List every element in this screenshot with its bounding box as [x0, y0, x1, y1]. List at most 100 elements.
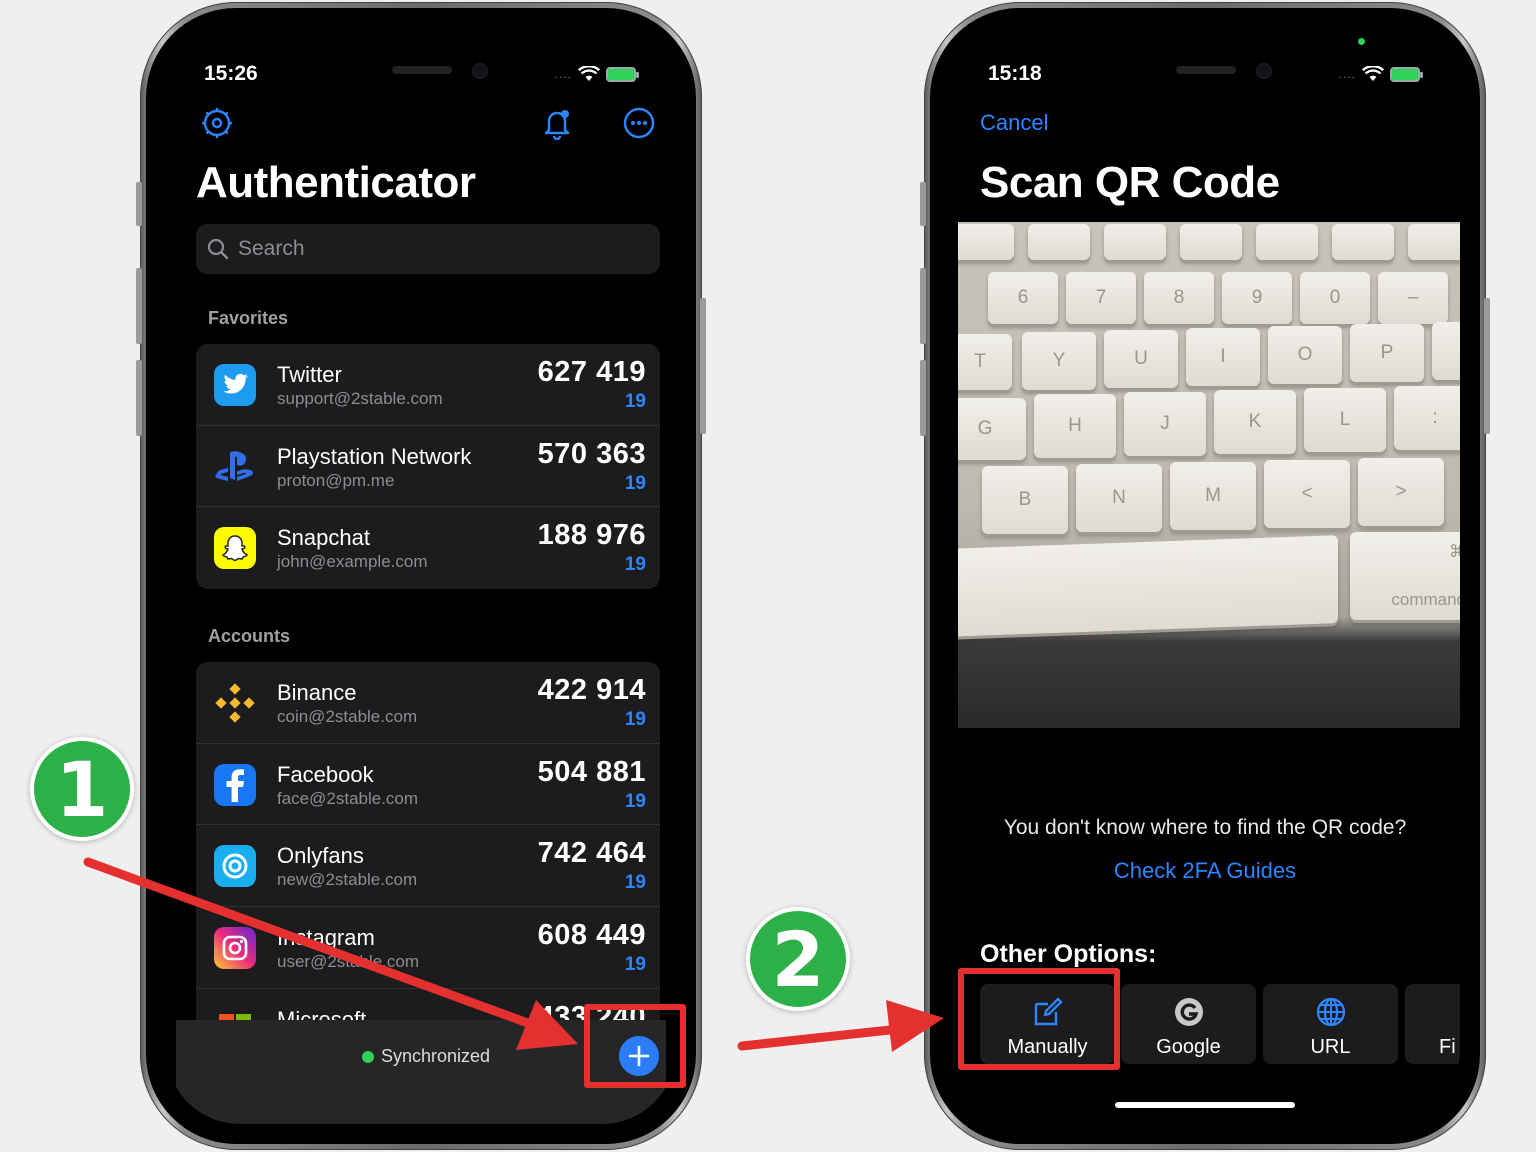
list-item[interactable]: Twitter support@2stable.com 627 419 19: [196, 344, 660, 426]
front-camera: [472, 63, 488, 79]
power-button: [700, 298, 706, 434]
more-options-icon[interactable]: [622, 106, 656, 140]
signal-indicator: ....: [554, 67, 572, 81]
volume-down-button: [136, 360, 142, 436]
account-name: Snapchat: [277, 525, 370, 551]
search-icon: [207, 238, 229, 260]
key: T: [958, 334, 1012, 390]
home-indicator: [1115, 1102, 1295, 1108]
list-item[interactable]: Snapchat john@example.com 188 976 19: [196, 507, 660, 589]
wifi-icon: [1362, 66, 1384, 81]
option-google-button[interactable]: Google: [1121, 984, 1256, 1064]
authenticator-screen: 15:26 .... Authenticator Search Favorite…: [166, 28, 676, 1124]
speaker: [1176, 66, 1236, 74]
key: B: [982, 466, 1068, 534]
key: >: [1358, 458, 1444, 526]
otp-code[interactable]: 570 363: [538, 438, 646, 471]
account-email: user@2stable.com: [277, 952, 419, 972]
option-label: Fi: [1439, 1036, 1456, 1058]
account-name: Onlyfans: [277, 843, 364, 869]
key: [1332, 224, 1394, 260]
key: [958, 224, 1014, 260]
account-email: support@2stable.com: [277, 389, 443, 408]
otp-code[interactable]: 627 419: [538, 356, 646, 389]
wifi-icon: [578, 66, 600, 81]
key: <: [1264, 460, 1350, 528]
otp-timer: 19: [624, 954, 646, 976]
account-name: Playstation Network: [277, 443, 472, 469]
otp-timer: 19: [624, 472, 646, 494]
google-icon: [1174, 998, 1203, 1026]
battery-icon: [1390, 66, 1423, 82]
otp-code[interactable]: 608 449: [538, 919, 646, 952]
qr-help-text: You don't know where to find the QR code…: [1003, 816, 1407, 839]
account-name: Facebook: [277, 761, 374, 787]
mute-switch: [136, 182, 142, 226]
facebook-icon: [214, 763, 256, 806]
account-name: Instagram: [277, 925, 375, 951]
key: 8: [1144, 272, 1214, 324]
add-button-highlight: [584, 1004, 686, 1088]
step-1-badge: 1: [30, 737, 134, 841]
command-symbol: ⌘: [1449, 542, 1460, 561]
search-bar[interactable]: Search: [196, 224, 660, 274]
list-item[interactable]: Binance coin@2stable.com 422 914 19: [196, 662, 660, 744]
cancel-button[interactable]: Cancel: [980, 110, 1048, 136]
search-input[interactable]: Search: [238, 237, 305, 261]
favorites-header: Favorites: [208, 308, 289, 328]
camera-in-use-dot: [1358, 38, 1365, 45]
front-camera: [1256, 63, 1272, 79]
snapchat-icon: [214, 527, 256, 570]
notifications-bell-icon[interactable]: [540, 106, 574, 140]
left-phone-frame: 15:26 .... Authenticator Search Favorite…: [136, 2, 706, 1150]
option-file-button[interactable]: Fi: [1405, 984, 1460, 1064]
instagram-icon: [214, 927, 256, 970]
key: G: [958, 398, 1026, 460]
key: J: [1124, 392, 1206, 456]
otp-code[interactable]: 188 976: [538, 519, 646, 552]
key: :: [1394, 386, 1460, 450]
status-indicators: ....: [1338, 66, 1423, 82]
account-email: coin@2stable.com: [277, 707, 418, 726]
list-item[interactable]: Playstation Network proton@pm.me 570 363…: [196, 426, 660, 508]
page-title: Authenticator: [196, 158, 476, 207]
onlyfans-icon: [214, 845, 256, 888]
signal-indicator: ....: [1338, 67, 1356, 81]
spacebar-key: [958, 535, 1338, 637]
binance-icon: [214, 682, 256, 724]
key: [1104, 224, 1166, 260]
key: I: [1186, 328, 1260, 386]
option-url-button[interactable]: URL: [1263, 984, 1398, 1064]
list-item[interactable]: Onlyfans new@2stable.com 742 464 19: [196, 825, 660, 908]
list-item[interactable]: Instagram user@2stable.com 608 449 19: [196, 907, 660, 989]
battery-icon: [606, 66, 639, 82]
key: N: [1076, 464, 1162, 532]
account-email: proton@pm.me: [277, 470, 395, 490]
account-email: new@2stable.com: [277, 870, 418, 890]
key: 6: [988, 272, 1058, 324]
volume-down-button: [920, 360, 926, 436]
globe-icon: [1316, 997, 1345, 1027]
account-email: john@example.com: [277, 552, 428, 572]
camera-preview: 6 7 8 9 0 – T Y U I O P G H J K L : B N …: [958, 222, 1460, 728]
otp-timer: 19: [624, 554, 646, 576]
otp-code[interactable]: 504 881: [538, 756, 646, 789]
otp-code[interactable]: 422 914: [538, 674, 646, 707]
check-guides-link[interactable]: Check 2FA Guides: [950, 858, 1460, 884]
otp-code[interactable]: 742 464: [538, 837, 646, 870]
account-name: Binance: [277, 680, 357, 705]
twitter-icon: [214, 364, 256, 406]
key: U: [1104, 330, 1178, 388]
command-key: ⌘ command: [1350, 532, 1460, 620]
speaker: [392, 66, 452, 74]
key: L: [1304, 388, 1386, 452]
arrow-2-shaft: [737, 1025, 895, 1051]
manually-option-highlight: [958, 968, 1120, 1070]
settings-gear-icon[interactable]: [200, 106, 234, 140]
list-item[interactable]: Facebook face@2stable.com 504 881 19: [196, 744, 660, 826]
otp-timer: 19: [624, 790, 646, 812]
option-label: Google: [1156, 1036, 1221, 1058]
bezel: 15:26 .... Authenticator Search Favorite…: [146, 8, 696, 1144]
key: H: [1034, 394, 1116, 458]
key: [1180, 224, 1242, 260]
